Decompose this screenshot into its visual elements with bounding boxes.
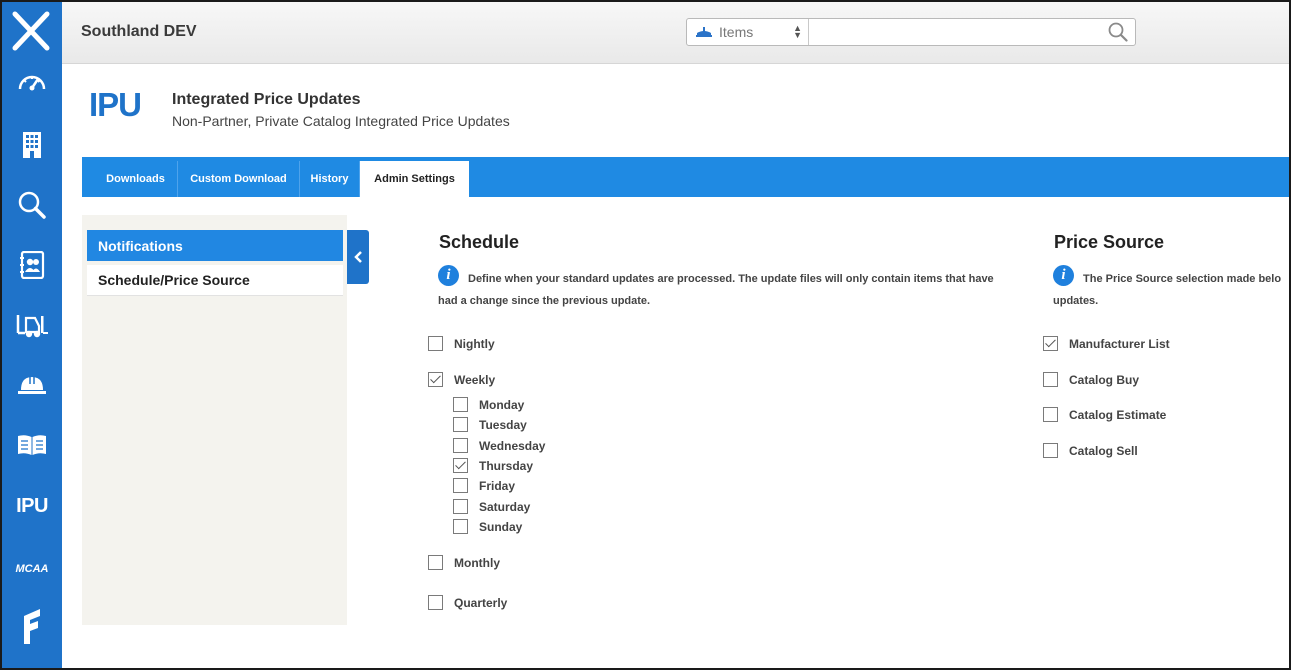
checkbox-label: Quarterly (454, 595, 508, 610)
left-nav: IPU MCAA (2, 2, 62, 668)
source-catalog-buy[interactable]: Catalog Buy (1043, 372, 1139, 387)
tab-history[interactable]: History (300, 161, 360, 197)
top-bar: Southland DEV Items ▲ ▼ (62, 2, 1289, 64)
checkbox-label: Friday (479, 478, 516, 493)
search-icon[interactable] (2, 183, 62, 227)
mcaa-nav[interactable]: MCAA (2, 547, 62, 591)
ipu-nav-label: IPU (16, 494, 48, 517)
checkbox[interactable] (428, 372, 443, 387)
chevron-left-icon (354, 251, 362, 263)
checkbox[interactable] (1043, 372, 1058, 387)
page-title: Integrated Price Updates (172, 91, 361, 108)
select-arrows-icon: ▲ ▼ (793, 23, 802, 40)
global-search: Items ▲ ▼ (686, 18, 1136, 46)
option-monthly[interactable]: Monthly (428, 555, 500, 570)
mcaa-nav-label: MCAA (15, 563, 49, 575)
checkbox[interactable] (453, 499, 468, 514)
source-catalog-sell[interactable]: Catalog Sell (1043, 443, 1138, 458)
checkbox[interactable] (428, 336, 443, 351)
forklift-icon[interactable] (2, 303, 62, 347)
dashboard-gauge-icon[interactable] (2, 59, 62, 103)
ipu-logo: IPU (89, 86, 142, 123)
price-source-title: Price Source (1054, 232, 1165, 252)
source-catalog-estimate[interactable]: Catalog Estimate (1043, 407, 1166, 422)
checkbox-label: Weekly (454, 372, 496, 387)
checkbox[interactable] (1043, 407, 1058, 422)
option-nightly[interactable]: Nightly (428, 336, 495, 351)
checkbox-label: Catalog Estimate (1069, 407, 1167, 422)
page-subtitle: Non-Partner, Private Catalog Integrated … (172, 113, 510, 129)
checkbox[interactable] (453, 417, 468, 432)
tab-admin-settings[interactable]: Admin Settings (360, 161, 469, 197)
checkbox[interactable] (453, 397, 468, 412)
info-icon: i (438, 265, 459, 286)
day-monday[interactable]: Monday (453, 397, 524, 412)
search-input[interactable] (811, 20, 1101, 44)
price-source-info-line1: The Price Source selection made belo (1083, 273, 1282, 285)
checkbox[interactable] (453, 519, 468, 534)
checkbox-label: Wednesday (479, 438, 546, 453)
checkbox-label: Catalog Buy (1069, 372, 1140, 387)
items-type-icon (696, 27, 712, 37)
schedule-info-line2: had a change since the previous update. (438, 295, 651, 307)
checkbox-label: Nightly (454, 336, 495, 351)
source-manufacturer-list[interactable]: Manufacturer List (1043, 336, 1170, 351)
app-logo-x-icon[interactable] (10, 10, 52, 52)
schedule-info-line1: Define when your standard updates are pr… (468, 273, 994, 285)
option-weekly[interactable]: Weekly (428, 372, 495, 387)
day-sunday[interactable]: Sunday (453, 519, 522, 534)
day-saturday[interactable]: Saturday (453, 499, 530, 514)
day-thursday[interactable]: Thursday (453, 458, 533, 473)
contacts-icon[interactable] (2, 243, 62, 287)
company-name: Southland DEV (81, 23, 197, 40)
day-wednesday[interactable]: Wednesday (453, 438, 545, 453)
collapse-sidebar-button[interactable] (347, 230, 369, 284)
checkbox-label: Tuesday (479, 417, 527, 432)
day-friday[interactable]: Friday (453, 478, 515, 493)
checkbox-label: Catalog Sell (1069, 443, 1138, 458)
search-button-icon[interactable] (1107, 22, 1129, 42)
option-quarterly[interactable]: Quarterly (428, 595, 507, 610)
hard-hat-icon[interactable] (2, 363, 62, 407)
search-type-select[interactable]: Items ▲ ▼ (687, 19, 809, 45)
tab-custom-download[interactable]: Custom Download (178, 161, 300, 197)
checkbox-label: Saturday (479, 499, 531, 514)
checkbox[interactable] (453, 438, 468, 453)
search-type-label: Items (719, 24, 754, 40)
info-icon: i (1053, 265, 1074, 286)
checkbox[interactable] (453, 458, 468, 473)
tab-downloads[interactable]: Downloads (94, 161, 178, 197)
checkbox[interactable] (1043, 443, 1058, 458)
checkbox-label: Manufacturer List (1069, 336, 1170, 351)
checkbox[interactable] (453, 478, 468, 493)
app-window: IPU MCAA Southland DEV Items ▲ ▼ IPU Inte… (0, 0, 1291, 670)
day-tuesday[interactable]: Tuesday (453, 417, 527, 432)
tab-bar: Downloads Custom Download History Admin … (82, 157, 1289, 197)
sidebar-item-notifications[interactable]: Notifications (87, 230, 343, 261)
checkbox[interactable] (428, 595, 443, 610)
checkbox[interactable] (1043, 336, 1058, 351)
f-logo-icon[interactable] (2, 604, 62, 648)
building-icon[interactable] (2, 123, 62, 167)
checkbox[interactable] (428, 555, 443, 570)
price-source-info-line2: updates. (1053, 295, 1099, 307)
ipu-nav[interactable]: IPU (2, 484, 62, 528)
checkbox-label: Monthly (454, 555, 500, 570)
checkbox-label: Thursday (479, 458, 534, 473)
schedule-title: Schedule (439, 232, 520, 252)
book-icon[interactable] (2, 423, 62, 467)
settings-sidebar: Notifications Schedule/Price Source (82, 215, 347, 625)
checkbox-label: Sunday (479, 519, 523, 534)
sidebar-item-schedule-price-source[interactable]: Schedule/Price Source (87, 265, 343, 296)
checkbox-label: Monday (479, 397, 525, 412)
